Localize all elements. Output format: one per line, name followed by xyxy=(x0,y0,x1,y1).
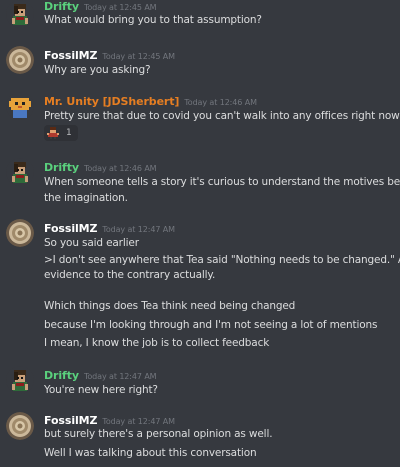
username[interactable]: FossilMZ xyxy=(44,414,97,427)
message-text: So you said earlier xyxy=(44,237,139,249)
message-text: Pretty sure that due to covid you can't … xyxy=(44,110,400,122)
username[interactable]: Mr. Unity [JDSherbert] xyxy=(44,95,179,108)
drifty-avatar-icon xyxy=(6,0,34,28)
message-text: but surely there's a personal opinion as… xyxy=(44,428,273,440)
message-header: FossilMZ Today at 12:45 AM xyxy=(44,46,175,62)
timestamp: Today at 12:46 AM xyxy=(184,98,257,107)
username[interactable]: Drifty xyxy=(44,369,79,382)
message-header: Mr. Unity [JDSherbert] Today at 12:46 AM xyxy=(44,92,257,108)
message-header: Drifty Today at 12:45 AM xyxy=(44,0,157,13)
message-header: FossilMZ Today at 12:47 AM xyxy=(44,219,175,235)
avatar-drifty[interactable] xyxy=(6,0,34,28)
reaction-button[interactable]: 1 xyxy=(44,125,78,141)
avatar-mr-unity[interactable] xyxy=(6,92,34,120)
character-emoji-icon xyxy=(47,127,59,139)
message-text: I mean, I know the job is to collect fee… xyxy=(44,337,270,349)
message-text: because I'm looking through and I'm not … xyxy=(44,319,378,331)
message-header: Drifty Today at 12:47 AM xyxy=(44,366,157,382)
message-text: Well I was talking about this conversati… xyxy=(44,447,257,459)
message-text: >I don't see anywhere that Tea said "Not… xyxy=(44,254,400,266)
fossil-avatar-icon xyxy=(6,219,34,247)
username[interactable]: Drifty xyxy=(44,0,79,13)
timestamp: Today at 12:47 AM xyxy=(102,417,175,426)
message-text: When someone tells a story it's curious … xyxy=(44,176,400,188)
message-text: evidence to the contrary actually. xyxy=(44,269,216,281)
message-text: Which things does Tea think need being c… xyxy=(44,300,296,312)
chat-message-list: Drifty Today at 12:45 AM What would bring… xyxy=(0,0,400,467)
avatar-drifty[interactable] xyxy=(6,158,34,186)
timestamp: Today at 12:45 AM xyxy=(83,3,157,12)
avatar-drifty[interactable] xyxy=(6,366,34,394)
avatar-fossilmz[interactable] xyxy=(6,219,34,247)
message-text: Why are you asking? xyxy=(44,64,151,76)
message-text: the imagination. xyxy=(44,192,128,204)
message-text: You're new here right? xyxy=(44,384,158,396)
drifty-avatar-icon xyxy=(6,366,34,394)
username[interactable]: FossilMZ xyxy=(44,222,97,235)
drifty-avatar-icon xyxy=(6,158,34,186)
avatar-fossilmz[interactable] xyxy=(6,412,34,440)
username[interactable]: Drifty xyxy=(44,161,79,174)
username[interactable]: FossilMZ xyxy=(44,49,97,62)
message-header: Drifty Today at 12:46 AM xyxy=(44,158,157,174)
reaction-count: 1 xyxy=(66,128,72,138)
fossil-avatar-icon xyxy=(6,46,34,74)
timestamp: Today at 12:45 AM xyxy=(102,52,175,61)
timestamp: Today at 12:46 AM xyxy=(83,164,157,173)
avatar-fossilmz[interactable] xyxy=(6,46,34,74)
timestamp: Today at 12:47 AM xyxy=(102,225,175,234)
message-text: What would bring you to that assumption? xyxy=(44,14,262,26)
timestamp: Today at 12:47 AM xyxy=(83,372,157,381)
fossil-avatar-icon xyxy=(6,412,34,440)
message-header: FossilMZ Today at 12:47 AM xyxy=(44,411,175,427)
unity-avatar-icon xyxy=(6,92,34,120)
